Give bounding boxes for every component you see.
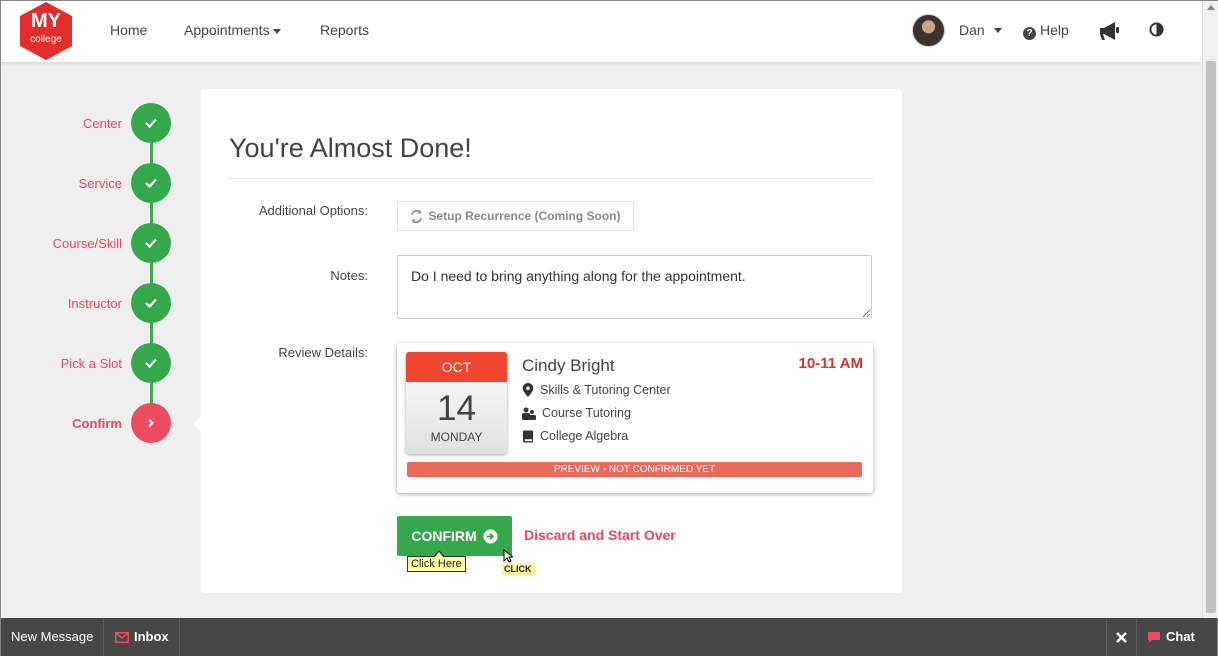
help-label: Help: [1040, 22, 1069, 38]
step-pick-a-slot[interactable]: Pick a Slot: [1, 343, 173, 383]
calendar-day: 14: [437, 389, 476, 428]
check-icon: [131, 283, 171, 323]
arrow-circle-right-icon: [483, 528, 498, 544]
chat-label: Chat: [1166, 629, 1195, 644]
nav-appointments[interactable]: Appointments: [184, 22, 281, 38]
user-avatar[interactable]: [912, 14, 945, 47]
nav-home[interactable]: Home: [110, 22, 147, 38]
step-label: Service: [78, 176, 122, 191]
calendar-weekday: MONDAY: [430, 430, 483, 444]
page-title: You're Almost Done!: [229, 133, 472, 163]
step-label: Pick a Slot: [60, 356, 122, 371]
course-name: College Algebra: [540, 429, 629, 443]
check-icon: [131, 103, 171, 143]
title-divider: [229, 178, 873, 179]
college-logo[interactable]: MY college: [19, 1, 73, 61]
review-details-card: OCT 14 MONDAY Cindy Bright 10-11 AM Skil…: [397, 343, 873, 493]
notes-textarea[interactable]: Do I need to bring anything along for th…: [397, 255, 872, 319]
notes-label: Notes:: [330, 268, 368, 283]
inbox-button[interactable]: Inbox: [105, 618, 180, 656]
setup-recurrence-label: Setup Recurrence (Coming Soon): [428, 209, 621, 223]
question-circle-icon: ?: [1023, 27, 1036, 40]
check-icon: [131, 163, 171, 203]
logo-text-my: MY: [31, 10, 61, 32]
refresh-icon: [411, 209, 423, 223]
new-message-label: New Message: [11, 629, 94, 644]
tooltip-text: Click Here: [407, 556, 466, 572]
user-name[interactable]: Dan: [959, 22, 985, 38]
new-message-button[interactable]: New Message: [1, 618, 105, 656]
step-center[interactable]: Center: [1, 103, 173, 143]
logo-text-college: college: [30, 34, 62, 45]
top-navbar: MY college Home Appointments Reports Dan…: [1, 1, 1202, 63]
calendar-month: OCT: [406, 352, 507, 382]
close-icon: [1116, 631, 1127, 643]
appointment-time: 10-11 AM: [798, 355, 863, 372]
click-here-tooltip: Click Here: [407, 550, 466, 572]
step-label: Instructor: [67, 296, 122, 311]
course-detail: College Algebra: [522, 429, 628, 443]
check-icon: [131, 343, 171, 383]
step-confirm[interactable]: Confirm: [1, 403, 173, 443]
people-icon: [522, 407, 536, 420]
tooltip-arrow-inner: [434, 552, 444, 558]
card-pointer-notch: [193, 416, 201, 432]
confirm-button-label: CONFIRM: [411, 528, 477, 544]
step-instructor[interactable]: Instructor: [1, 283, 173, 323]
chevron-right-icon: [131, 403, 171, 443]
scrollbar-thumb[interactable]: [1206, 61, 1216, 613]
announcements-megaphone-icon[interactable]: [1098, 20, 1122, 47]
step-label: Center: [82, 116, 122, 131]
center-name: Skills & Tutoring Center: [540, 383, 671, 397]
confirm-button[interactable]: CONFIRM: [397, 516, 512, 556]
review-details-label: Review Details:: [278, 345, 368, 360]
additional-options-label: Additional Options:: [258, 203, 368, 218]
help-link[interactable]: ? Help: [1023, 22, 1069, 40]
setup-recurrence-button[interactable]: Setup Recurrence (Coming Soon): [397, 201, 634, 231]
close-bar-button[interactable]: [1106, 618, 1137, 656]
check-icon: [131, 223, 171, 263]
preview-status-banner: PREVIEW - NOT CONFIRMED YET: [407, 462, 862, 477]
confirm-card: You're Almost Done! Additional Options: …: [193, 89, 902, 593]
bottom-message-bar: New Message Inbox Chat: [1, 618, 1217, 656]
step-label: Course/Skill: [52, 236, 122, 251]
step-label: Confirm: [72, 416, 122, 431]
calendar-body: 14 MONDAY: [406, 382, 507, 454]
center-detail: Skills & Tutoring Center: [522, 383, 671, 397]
instructor-name: Cindy Bright: [522, 356, 615, 375]
discard-start-over-link[interactable]: Discard and Start Over: [524, 527, 676, 543]
service-detail: Course Tutoring: [522, 406, 631, 420]
chat-bubble-icon: [1148, 631, 1160, 643]
service-name: Course Tutoring: [542, 406, 631, 420]
inbox-label: Inbox: [134, 629, 169, 644]
date-calendar-tile: OCT 14 MONDAY: [406, 352, 507, 454]
nav-reports[interactable]: Reports: [320, 22, 369, 38]
map-marker-icon: [522, 383, 534, 397]
chat-button[interactable]: Chat: [1137, 618, 1205, 656]
envelope-icon: [115, 631, 129, 643]
nav-appointments-label: Appointments: [184, 22, 270, 38]
chevron-down-icon: [272, 28, 281, 34]
step-service[interactable]: Service: [1, 163, 173, 203]
scroll-up-arrow-icon[interactable]: [1207, 5, 1215, 10]
contrast-toggle-icon[interactable]: [1149, 22, 1164, 42]
user-menu-chevron-icon[interactable]: [994, 28, 1002, 33]
click-indicator-badge: CLICK: [501, 563, 535, 575]
step-course-skill[interactable]: Course/Skill: [1, 223, 173, 263]
book-icon: [522, 429, 534, 443]
page-scrollbar[interactable]: [1202, 1, 1218, 618]
